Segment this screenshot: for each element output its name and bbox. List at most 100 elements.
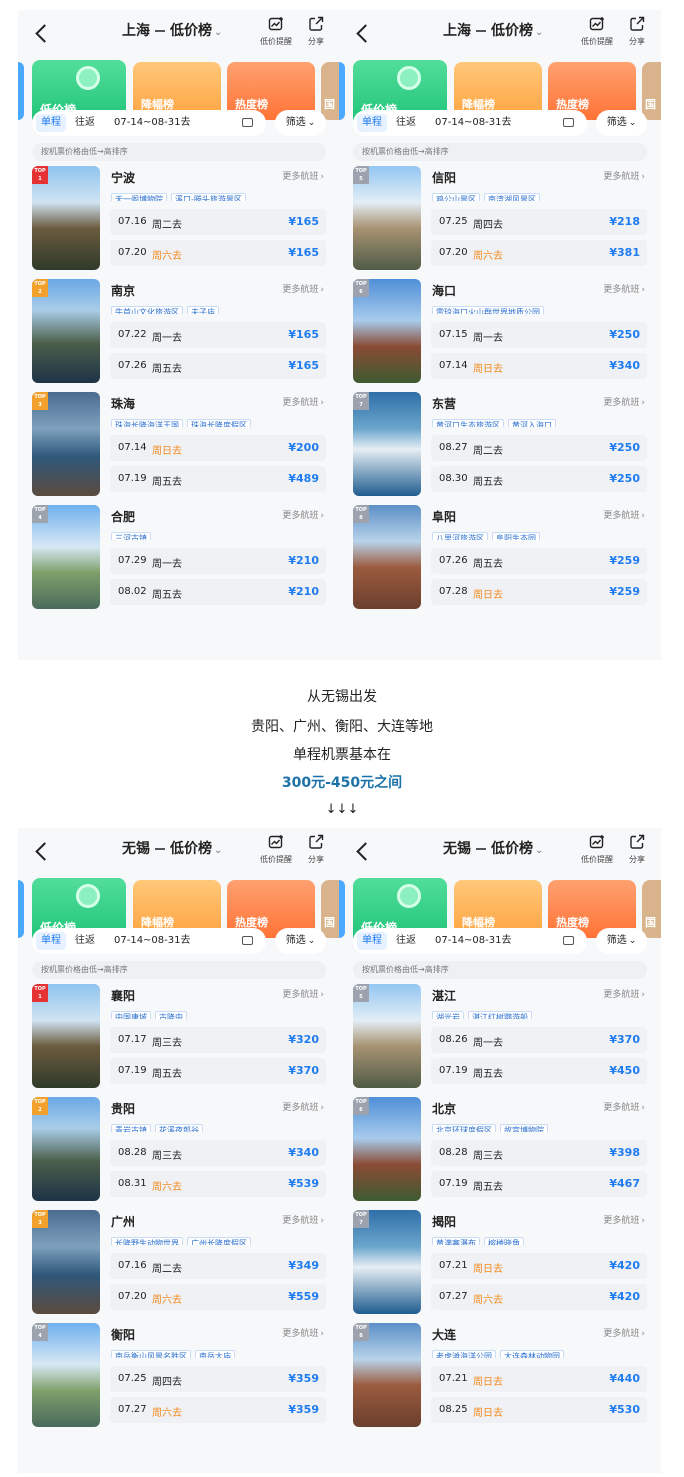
- flight-row[interactable]: 08.25 周日去 ¥530: [431, 1397, 647, 1423]
- destination-item[interactable]: TOP 1 宁波 更多航班 › 天一阁博物院 溪口-滕头旅游景区 07.16 周二去 ¥165 07…: [32, 166, 326, 272]
- flight-row[interactable]: 07.16 周二去 ¥165: [110, 209, 326, 235]
- more-flights-link[interactable]: 更多航班 ›: [282, 1326, 324, 1339]
- flight-row[interactable]: 07.17 周三去 ¥320: [110, 1027, 326, 1053]
- attraction-tag[interactable]: 夫子庙: [187, 306, 219, 314]
- share-button[interactable]: 分享: [629, 16, 645, 47]
- more-flights-link[interactable]: 更多航班 ›: [603, 508, 645, 521]
- destination-item[interactable]: TOP 3 广州 更多航班 › 长隆野生动物世界 广州长隆度假区 07.16 周二去 ¥349 07…: [32, 1210, 326, 1316]
- attraction-tag[interactable]: 黄河入海口: [508, 419, 556, 427]
- attraction-tag[interactable]: 珠海长隆海洋王国: [111, 419, 183, 427]
- share-button[interactable]: 分享: [308, 834, 324, 865]
- attraction-tag[interactable]: 大连森林动物园: [500, 1350, 564, 1358]
- attraction-tag[interactable]: 广州长隆度假区: [187, 1237, 251, 1245]
- flight-row[interactable]: 07.14 周日去 ¥200: [110, 435, 326, 461]
- destination-item[interactable]: TOP 5 信阳 更多航班 › 鸡公山景区 南湾湖风景区 07.25 周四去 ¥218 07.20 周…: [353, 166, 647, 272]
- share-button[interactable]: 分享: [629, 834, 645, 865]
- flight-row[interactable]: 07.26 周五去 ¥259: [431, 548, 647, 574]
- flight-row[interactable]: 07.28 周日去 ¥259: [431, 579, 647, 605]
- flight-row[interactable]: 08.30 周五去 ¥250: [431, 466, 647, 492]
- flight-row[interactable]: 07.20 周六去 ¥165: [110, 240, 326, 266]
- previous-card[interactable]: [339, 62, 345, 120]
- destination-item[interactable]: TOP 1 襄阳 更多航班 › 中国唐城 古隆中 07.17 周三去 ¥320 07.19 周五去 ¥3…: [32, 984, 326, 1090]
- attraction-tag[interactable]: 天一阁博物院: [111, 193, 167, 201]
- attraction-tag[interactable]: 古隆中: [155, 1011, 187, 1019]
- calendar-icon[interactable]: [563, 118, 574, 127]
- tab-one-way[interactable]: 单程: [36, 932, 66, 950]
- tab-one-way[interactable]: 单程: [357, 932, 387, 950]
- more-flights-link[interactable]: 更多航班 ›: [282, 508, 324, 521]
- destination-item[interactable]: TOP 7 东营 更多航班 › 黄河口生态旅游区 黄河入海口 08.27 周二去 ¥250 08.3…: [353, 392, 647, 498]
- back-arrow-icon[interactable]: [353, 22, 375, 44]
- attraction-tag[interactable]: 八里河旅游区: [432, 532, 488, 540]
- attraction-tag[interactable]: 榕楼晓角: [484, 1237, 524, 1245]
- more-flights-link[interactable]: 更多航班 ›: [282, 395, 324, 408]
- back-arrow-icon[interactable]: [32, 22, 54, 44]
- back-arrow-icon[interactable]: [353, 840, 375, 862]
- flight-row[interactable]: 08.28 周三去 ¥340: [110, 1140, 326, 1166]
- list-title[interactable]: 无锡 低价榜 ⌄: [443, 838, 543, 858]
- flight-row[interactable]: 07.27 周六去 ¥420: [431, 1284, 647, 1310]
- flight-row[interactable]: 07.22 周一去 ¥165: [110, 322, 326, 348]
- flight-row[interactable]: 07.19 周五去 ¥467: [431, 1171, 647, 1197]
- destination-photo[interactable]: TOP 2: [32, 279, 100, 383]
- share-button[interactable]: 分享: [308, 16, 324, 47]
- price-alert-button[interactable]: 低价提醒: [581, 834, 613, 865]
- destination-item[interactable]: TOP 2 南京 更多航班 › 牛首山文化旅游区 夫子庙 07.22 周一去 ¥165 07.26 周…: [32, 279, 326, 385]
- attraction-tag[interactable]: 故宫博物院: [500, 1124, 548, 1132]
- attraction-tag[interactable]: 南湾湖风景区: [484, 193, 540, 201]
- flight-row[interactable]: 07.14 周日去 ¥340: [431, 353, 647, 379]
- destination-photo[interactable]: TOP 6: [353, 279, 421, 383]
- date-range[interactable]: 07-14~08-31去: [435, 932, 512, 950]
- more-flights-link[interactable]: 更多航班 ›: [282, 987, 324, 1000]
- flight-row[interactable]: 07.16 周二去 ¥349: [110, 1253, 326, 1279]
- previous-card[interactable]: [339, 880, 345, 938]
- more-flights-link[interactable]: 更多航班 ›: [603, 282, 645, 295]
- list-title[interactable]: 上海 低价榜 ⌄: [122, 20, 222, 40]
- calendar-icon[interactable]: [242, 118, 253, 127]
- destination-item[interactable]: TOP 8 阜阳 更多航班 › 八里河旅游区 阜阳生态园 07.26 周五去 ¥259 07.28 周…: [353, 505, 647, 611]
- flight-row[interactable]: 07.25 周四去 ¥218: [431, 209, 647, 235]
- flight-row[interactable]: 08.28 周三去 ¥398: [431, 1140, 647, 1166]
- destination-photo[interactable]: TOP 3: [32, 392, 100, 496]
- destination-item[interactable]: TOP 2 贵阳 更多航班 › 青岩古镇 花溪夜郎谷 08.28 周三去 ¥340 08.31 周六去…: [32, 1097, 326, 1203]
- tab-round-trip[interactable]: 往返: [391, 932, 421, 950]
- tab-round-trip[interactable]: 往返: [391, 114, 421, 132]
- attraction-tag[interactable]: 鸡公山景区: [432, 193, 480, 201]
- destination-photo[interactable]: TOP 1: [32, 984, 100, 1088]
- attraction-tag[interactable]: 南岳大庙: [195, 1350, 235, 1358]
- destination-item[interactable]: TOP 6 北京 更多航班 › 北京环球度假区 故宫博物院 08.28 周三去 ¥398 07.19…: [353, 1097, 647, 1203]
- destination-photo[interactable]: TOP 8: [353, 1323, 421, 1427]
- more-flights-link[interactable]: 更多航班 ›: [603, 1213, 645, 1226]
- attraction-tag[interactable]: 中国唐城: [111, 1011, 151, 1019]
- attraction-tag[interactable]: 老虎滩海洋公园: [432, 1350, 496, 1358]
- attraction-tag[interactable]: 牛首山文化旅游区: [111, 306, 183, 314]
- date-range[interactable]: 07-14~08-31去: [435, 114, 512, 132]
- destination-item[interactable]: TOP 5 湛江 更多航班 › 湖光岩 湛江红树鹦游船 08.26 周一去 ¥370 07.19 周五…: [353, 984, 647, 1090]
- attraction-tag[interactable]: 湛江红树鹦游船: [468, 1011, 532, 1019]
- flight-row[interactable]: 08.27 周二去 ¥250: [431, 435, 647, 461]
- attraction-tag[interactable]: 黄满寨瀑布: [432, 1237, 480, 1245]
- price-alert-button[interactable]: 低价提醒: [581, 16, 613, 47]
- previous-card[interactable]: [18, 880, 24, 938]
- tab-round-trip[interactable]: 往返: [70, 114, 100, 132]
- destination-photo[interactable]: TOP 6: [353, 1097, 421, 1201]
- more-flights-link[interactable]: 更多航班 ›: [282, 282, 324, 295]
- attraction-tag[interactable]: 北京环球度假区: [432, 1124, 496, 1132]
- flight-row[interactable]: 07.25 周四去 ¥359: [110, 1366, 326, 1392]
- destination-photo[interactable]: TOP 2: [32, 1097, 100, 1201]
- destination-photo[interactable]: TOP 7: [353, 1210, 421, 1314]
- flight-row[interactable]: 07.26 周五去 ¥165: [110, 353, 326, 379]
- flight-row[interactable]: 08.31 周六去 ¥539: [110, 1171, 326, 1197]
- calendar-icon[interactable]: [563, 936, 574, 945]
- flight-row[interactable]: 07.19 周五去 ¥450: [431, 1058, 647, 1084]
- filter-button[interactable]: 筛选 ⌄: [596, 928, 647, 954]
- attraction-tag[interactable]: 溪口-滕头旅游景区: [171, 193, 246, 201]
- calendar-icon[interactable]: [242, 936, 253, 945]
- more-flights-link[interactable]: 更多航班 ›: [282, 1213, 324, 1226]
- flight-row[interactable]: 08.26 周一去 ¥370: [431, 1027, 647, 1053]
- more-flights-link[interactable]: 更多航班 ›: [282, 169, 324, 182]
- tab-one-way[interactable]: 单程: [357, 114, 387, 132]
- attraction-tag[interactable]: 青岩古镇: [111, 1124, 151, 1132]
- attraction-tag[interactable]: 花溪夜郎谷: [155, 1124, 203, 1132]
- attraction-tag[interactable]: 长隆野生动物世界: [111, 1237, 183, 1245]
